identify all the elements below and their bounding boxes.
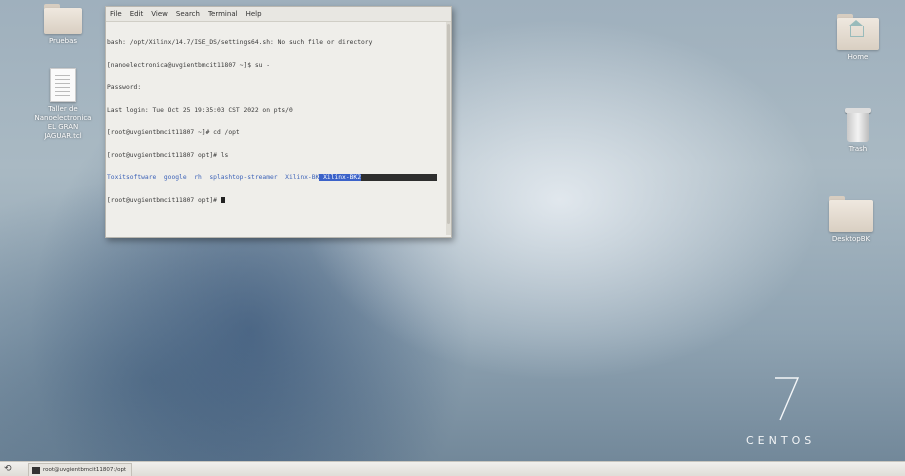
trash-icon <box>845 108 871 142</box>
desktop-icon-pruebas[interactable]: Pruebas <box>28 4 98 46</box>
terminal-menubar: File Edit View Search Terminal Help <box>106 7 451 22</box>
terminal-window[interactable]: File Edit View Search Terminal Help bash… <box>105 6 452 238</box>
menu-terminal[interactable]: Terminal <box>208 10 238 18</box>
desktop-icon-label: Home <box>847 53 869 61</box>
terminal-prompt-line: [root@uvgientbmcit11807 opt]# <box>107 196 447 205</box>
terminal-output[interactable]: bash: /opt/Xilinx/14.7/ISE_DS/settings64… <box>106 22 451 219</box>
terminal-cursor <box>220 196 225 203</box>
folder-icon <box>44 4 82 34</box>
terminal-line: Last login: Tue Oct 25 19:35:03 CST 2022… <box>107 106 293 114</box>
terminal-line: [nanoelectronica@uvgientbmcit11807 ~]$ s… <box>107 61 271 69</box>
ls-output-selected: Xilinx-BK2 <box>319 174 437 181</box>
desktop-icon-trash[interactable]: Trash <box>823 108 893 154</box>
terminal-prompt: [root@uvgientbmcit11807 opt]# <box>107 196 221 204</box>
desktop-icon-label: Pruebas <box>48 37 78 45</box>
menu-view[interactable]: View <box>151 10 168 18</box>
desktop-icon-label: Taller de Nanoelectronica EL GRAN JAGUAR… <box>34 105 92 140</box>
ls-output-line: Toxitsoftware google rh splashtop-stream… <box>107 174 447 182</box>
taskbar-launcher-icon[interactable]: ⟲ <box>4 464 14 474</box>
document-icon <box>50 68 76 102</box>
terminal-line: Password: <box>107 84 142 91</box>
centos-seven-logo <box>775 377 800 421</box>
menu-help[interactable]: Help <box>246 10 262 18</box>
terminal-line: bash: /opt/Xilinx/14.7/ISE_DS/settings64… <box>107 39 373 46</box>
ls-output-dirs: Toxitsoftware google rh splashtop-stream… <box>107 174 320 181</box>
terminal-icon <box>32 466 40 474</box>
taskbar-window-label: root@uvgientbmcit11807:/opt <box>43 467 127 473</box>
home-folder-icon <box>837 14 879 50</box>
centos-wordmark: CENTOS <box>746 434 816 447</box>
terminal-line: [root@uvgientbmcit11807 opt]# ls <box>107 151 229 159</box>
terminal-line: [root@uvgientbmcit11807 ~]# cd /opt <box>107 129 240 136</box>
desktop-icon-tcl-file[interactable]: Taller de Nanoelectronica EL GRAN JAGUAR… <box>28 68 98 141</box>
terminal-scrollbar[interactable] <box>446 22 451 235</box>
menu-search[interactable]: Search <box>176 10 200 18</box>
desktop-icon-home[interactable]: Home <box>823 14 893 62</box>
menu-file[interactable]: File <box>110 10 122 18</box>
desktop: Pruebas Taller de Nanoelectronica EL GRA… <box>0 0 905 476</box>
folder-icon <box>829 196 873 232</box>
desktop-icon-label: Trash <box>848 145 868 153</box>
scrollbar-thumb[interactable] <box>447 24 450 224</box>
desktop-icon-desktopbk[interactable]: DesktopBK <box>816 196 886 244</box>
taskbar: ⟲ root@uvgientbmcit11807:/opt <box>0 461 905 476</box>
taskbar-window-button[interactable]: root@uvgientbmcit11807:/opt <box>28 463 132 476</box>
desktop-icon-label: DesktopBK <box>831 235 871 243</box>
menu-edit[interactable]: Edit <box>130 10 144 18</box>
